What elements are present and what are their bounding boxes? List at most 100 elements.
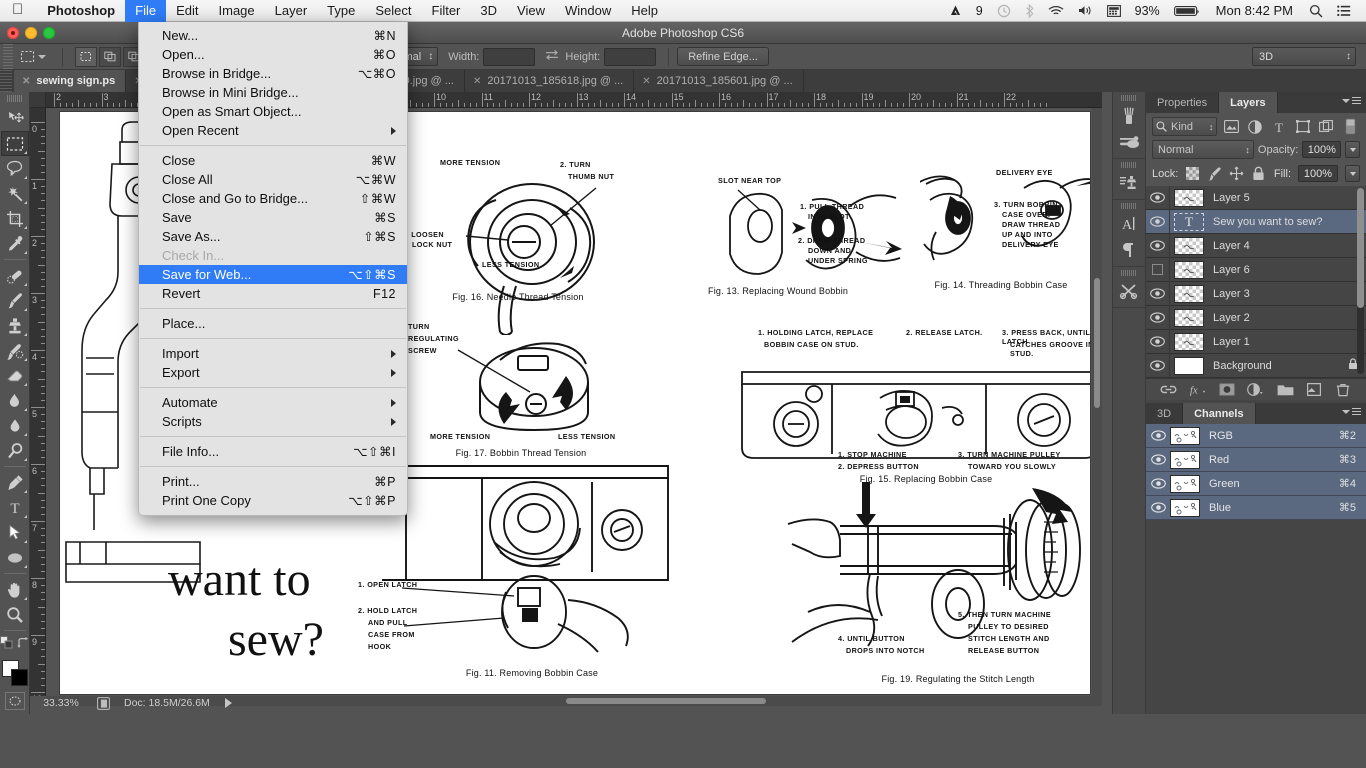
lasso-tool[interactable] — [1, 156, 29, 181]
menu-item-automate[interactable]: Automate — [139, 393, 407, 412]
volume-icon[interactable] — [1071, 4, 1100, 17]
menu-bar-clock[interactable]: Mon 8:42 PM — [1207, 3, 1302, 18]
eye-visible-icon[interactable] — [1146, 353, 1170, 378]
menu-file[interactable]: File — [125, 0, 167, 22]
eye-visible-icon[interactable] — [1146, 185, 1170, 210]
character-panel-icon[interactable]: A — [1113, 211, 1145, 237]
layer-thumbnail[interactable]: T — [1174, 212, 1204, 231]
status-menu-arrow-icon[interactable] — [220, 698, 238, 708]
shape-tool[interactable] — [1, 545, 29, 570]
battery-icon[interactable] — [1167, 5, 1207, 17]
magic-wand-tool[interactable] — [1, 181, 29, 206]
menu-image[interactable]: Image — [209, 0, 265, 22]
move-tool[interactable] — [1, 106, 29, 131]
tools-panel-grip[interactable] — [6, 95, 23, 102]
swap-dimensions-icon[interactable] — [545, 49, 559, 64]
notification-center-icon[interactable] — [1330, 5, 1358, 17]
new-selection-button[interactable] — [75, 46, 97, 67]
menu-item-revert[interactable]: Revert F12 — [139, 284, 407, 303]
filter-adjustment-layers-icon[interactable] — [1245, 117, 1265, 136]
tab-20171013-185601[interactable]: ✕ 20171013_185601.jpg @ ... — [634, 70, 804, 92]
eyedropper-tool[interactable] — [1, 231, 29, 256]
add-layer-mask-icon[interactable] — [1218, 381, 1236, 399]
brush-presets-icon[interactable] — [1113, 129, 1145, 155]
menu-item-export[interactable]: Export — [139, 363, 407, 382]
eye-visible-icon[interactable] — [1146, 448, 1170, 472]
spot-healing-brush-tool[interactable] — [1, 263, 29, 288]
layer-thumbnail[interactable] — [1174, 284, 1204, 303]
tool-expand-triangle-icon[interactable] — [23, 251, 27, 254]
channel-row[interactable]: RGB ⌘2 — [1146, 424, 1366, 448]
menu-3d[interactable]: 3D — [470, 0, 507, 22]
tool-expand-triangle-icon[interactable] — [23, 433, 27, 436]
menu-item-browse-in-mini-bridge[interactable]: Browse in Mini Bridge... — [139, 83, 407, 102]
height-input[interactable] — [604, 47, 657, 66]
marquee-tool-preview-icon[interactable] — [16, 47, 38, 67]
channel-thumbnail[interactable] — [1170, 474, 1200, 493]
layer-style-fx-icon[interactable]: fx — [1189, 381, 1207, 399]
blur-tool[interactable] — [1, 413, 29, 438]
width-input[interactable] — [483, 47, 536, 66]
new-group-icon[interactable] — [1276, 381, 1294, 399]
paragraph-panel-icon[interactable] — [1113, 237, 1145, 263]
wifi-icon[interactable] — [1041, 5, 1071, 17]
opacity-stepper[interactable] — [1345, 141, 1360, 158]
tool-expand-triangle-icon[interactable] — [23, 490, 27, 493]
layer-row[interactable]: T Sew you want to sew? — [1146, 209, 1366, 234]
tab-properties[interactable]: Properties — [1146, 92, 1220, 113]
fill-stepper[interactable] — [1345, 165, 1360, 182]
tool-expand-triangle-icon[interactable] — [23, 283, 27, 286]
tool-expand-triangle-icon[interactable] — [23, 458, 27, 461]
filter-type-layers-icon[interactable]: T — [1269, 117, 1289, 136]
menu-item-file-info[interactable]: File Info... ⌥⇧⌘I — [139, 442, 407, 461]
menu-type[interactable]: Type — [317, 0, 365, 22]
fill-value[interactable]: 100% — [1298, 165, 1338, 182]
menu-item-close-all[interactable]: Close All ⌥⌘W — [139, 170, 407, 189]
rectangular-marquee-tool[interactable] — [0, 131, 29, 156]
close-icon[interactable]: ✕ — [22, 76, 30, 87]
channel-row[interactable]: Blue ⌘5 — [1146, 496, 1366, 520]
refine-edge-button[interactable]: Refine Edge... — [677, 47, 769, 66]
menu-photoshop[interactable]: Photoshop — [37, 0, 125, 22]
eye-visible-icon[interactable] — [1146, 233, 1170, 258]
history-brush-tool[interactable] — [1, 338, 29, 363]
background-color-swatch[interactable] — [10, 669, 28, 686]
layers-list[interactable]: Layer 5 T Sew you want to sew? Layer 4 Layer… — [1146, 185, 1366, 378]
clone-source-icon[interactable] — [1113, 170, 1145, 196]
clone-stamp-tool[interactable] — [1, 313, 29, 338]
panel-group-grip[interactable] — [1121, 203, 1137, 209]
filter-smart-objects-icon[interactable] — [1316, 117, 1336, 136]
menu-help[interactable]: Help — [621, 0, 668, 22]
tool-expand-triangle-icon[interactable] — [23, 383, 27, 386]
menu-item-close-and-go-to-bridge[interactable]: Close and Go to Bridge... ⇧⌘W — [139, 189, 407, 208]
channel-row[interactable]: Green ⌘4 — [1146, 472, 1366, 496]
file-menu-dropdown[interactable]: New... ⌘N Open... ⌘O Browse in Bridge... ⌥⌘O B… — [138, 22, 408, 516]
tool-presets-icon[interactable] — [1113, 278, 1145, 304]
channels-list[interactable]: RGB ⌘2 Red ⌘3 Green ⌘4 Blue ⌘5 — [1146, 424, 1366, 520]
document-preview-icon[interactable] — [92, 696, 114, 710]
menu-select[interactable]: Select — [365, 0, 421, 22]
channels-panel-menu-button[interactable] — [1342, 408, 1361, 415]
tab-layers[interactable]: Layers — [1219, 92, 1278, 113]
workspace-select[interactable]: 3D — [1252, 47, 1356, 66]
dodge-tool[interactable] — [1, 438, 29, 463]
tab-channels[interactable]: Channels — [1183, 403, 1256, 424]
vertical-ruler[interactable]: 012345678910 — [30, 108, 46, 696]
menu-item-close[interactable]: Close ⌘W — [139, 151, 407, 170]
panel-group-grip[interactable] — [1121, 270, 1137, 276]
tool-expand-triangle-icon[interactable] — [23, 176, 27, 179]
menu-item-browse-in-bridge[interactable]: Browse in Bridge... ⌥⌘O — [139, 64, 407, 83]
eye-visible-icon[interactable] — [1146, 281, 1170, 306]
add-to-selection-button[interactable] — [99, 46, 121, 67]
panel-group-grip[interactable] — [1121, 162, 1137, 168]
tool-expand-triangle-icon[interactable] — [23, 308, 27, 311]
tool-expand-triangle-icon[interactable] — [23, 597, 27, 600]
channel-row[interactable]: Red ⌘3 — [1146, 448, 1366, 472]
tab-sewing-sign[interactable]: ✕ sewing sign.ps — [14, 70, 127, 92]
lock-transparent-pixels-icon[interactable] — [1185, 166, 1200, 181]
menu-item-open-recent[interactable]: Open Recent — [139, 121, 407, 140]
layer-thumbnail[interactable] — [1174, 308, 1204, 327]
tool-expand-triangle-icon[interactable] — [23, 358, 27, 361]
new-layer-icon[interactable] — [1305, 381, 1323, 399]
filter-shape-layers-icon[interactable] — [1293, 117, 1313, 136]
